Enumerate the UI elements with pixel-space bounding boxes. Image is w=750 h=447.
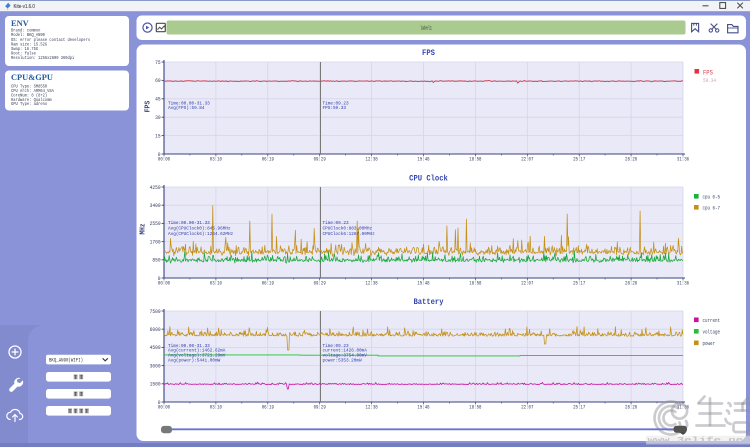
svg-text:25:17: 25:17 [573, 157, 585, 163]
svg-text:1500: 1500 [150, 381, 162, 388]
svg-text:06:19: 06:19 [262, 281, 274, 287]
svg-text:FPS:59.33: FPS:59.33 [323, 105, 347, 111]
svg-text:03:10: 03:10 [210, 281, 222, 287]
svg-text:FPS: FPS [145, 101, 153, 113]
svg-text:Avg(CPUClock0):845.96MHz: Avg(CPUClock0):845.96MHz [168, 226, 231, 232]
svg-text:06:19: 06:19 [262, 157, 274, 163]
svg-text:www.3elife.net: www.3elife.net [648, 437, 750, 445]
svg-text:25:17: 25:17 [573, 405, 585, 411]
svg-text:15:48: 15:48 [417, 281, 429, 287]
svg-text:Time:09.23: Time:09.23 [323, 220, 349, 226]
svg-text:power:5353.20mW: power:5353.20mW [323, 357, 362, 363]
svg-text:3000: 3000 [150, 362, 162, 369]
svg-text:15: 15 [155, 132, 161, 139]
svg-text:00:00: 00:00 [158, 281, 170, 287]
svg-text:75: 75 [155, 59, 161, 66]
svg-text:cpu 0-5: cpu 0-5 [703, 194, 721, 200]
svg-text:28:26: 28:26 [625, 405, 637, 411]
svg-text:Avg(FPS):59.84: Avg(FPS):59.84 [168, 105, 205, 111]
svg-text:4250: 4250 [150, 184, 162, 191]
svg-text:Resolution: 1256x2800 360dpi: Resolution: 1256x2800 360dpi [11, 55, 74, 61]
svg-text:current: current [703, 318, 721, 324]
svg-text:28:26: 28:26 [625, 157, 637, 163]
svg-text:15:48: 15:48 [417, 405, 429, 411]
svg-text:00:00: 00:00 [158, 405, 170, 411]
svg-text:31:36: 31:36 [677, 157, 689, 163]
svg-text:850: 850 [152, 257, 161, 264]
svg-text:60: 60 [155, 77, 161, 84]
svg-text:09:29: 09:29 [314, 281, 326, 287]
svg-text:03:10: 03:10 [210, 157, 222, 163]
svg-text:GPU Type: adreno: GPU Type: adreno [11, 101, 47, 107]
svg-text:ENV: ENV [11, 19, 29, 28]
svg-text:31:36: 31:36 [677, 281, 689, 287]
svg-text:09:29: 09:29 [314, 157, 326, 163]
svg-text:22:07: 22:07 [521, 281, 533, 287]
svg-text:59.34: 59.34 [703, 78, 716, 84]
svg-text:22:07: 22:07 [521, 405, 533, 411]
svg-text:45: 45 [155, 96, 161, 103]
svg-text:30: 30 [155, 114, 161, 121]
svg-text:BKQ_AN90(WIFI): BKQ_AN90(WIFI) [49, 358, 83, 364]
svg-text:CPUClock6:1267.00MHz: CPUClock6:1267.00MHz [323, 231, 375, 237]
svg-text:18:58: 18:58 [469, 157, 481, 163]
svg-text:FPS: FPS [703, 69, 713, 76]
svg-text:FPS: FPS [422, 49, 435, 58]
svg-text:18:58: 18:58 [469, 281, 481, 287]
svg-text:voltage: voltage [703, 329, 721, 335]
svg-text:00:00: 00:00 [158, 157, 170, 163]
svg-text:12:38: 12:38 [366, 405, 378, 411]
svg-text:12:38: 12:38 [366, 157, 378, 163]
svg-text:Kite-v1.6.0: Kite-v1.6.0 [14, 4, 35, 10]
svg-text:4500: 4500 [150, 344, 162, 351]
svg-text:Avg(power):5441.00mW: Avg(power):5441.00mW [168, 357, 220, 363]
svg-text:06:19: 06:19 [262, 405, 274, 411]
svg-text:6000: 6000 [150, 326, 162, 333]
svg-text:15:48: 15:48 [417, 157, 429, 163]
svg-text:Avg(CPUClock6):1244.62MHz: Avg(CPUClock6):1244.62MHz [168, 231, 233, 237]
svg-text:cpu 6-7: cpu 6-7 [703, 205, 721, 211]
svg-text:1700: 1700 [150, 238, 162, 245]
svg-text:CPU Clock: CPU Clock [409, 175, 448, 184]
svg-text:Battery: Battery [413, 298, 443, 307]
svg-text:09:29: 09:29 [314, 405, 326, 411]
svg-text:Time:00.00-31.33: Time:00.00-31.33 [168, 220, 210, 226]
svg-text:12:38: 12:38 [366, 281, 378, 287]
svg-text:18:58: 18:58 [469, 405, 481, 411]
svg-text:03:10: 03:10 [210, 405, 222, 411]
svg-text:22:07: 22:07 [521, 157, 533, 163]
svg-text:CPU&GPU: CPU&GPU [11, 73, 53, 82]
svg-text:7500: 7500 [150, 308, 162, 315]
svg-text:2550: 2550 [150, 220, 162, 227]
svg-text:CPUClock0:883.00MHz: CPUClock0:883.00MHz [323, 226, 373, 232]
svg-text:power: power [703, 341, 716, 347]
svg-text:28:26: 28:26 [625, 281, 637, 287]
svg-text:25:17: 25:17 [573, 281, 585, 287]
svg-text:label1: label1 [420, 25, 432, 31]
svg-text:MHz: MHz [140, 224, 148, 235]
svg-text:3400: 3400 [150, 202, 162, 209]
